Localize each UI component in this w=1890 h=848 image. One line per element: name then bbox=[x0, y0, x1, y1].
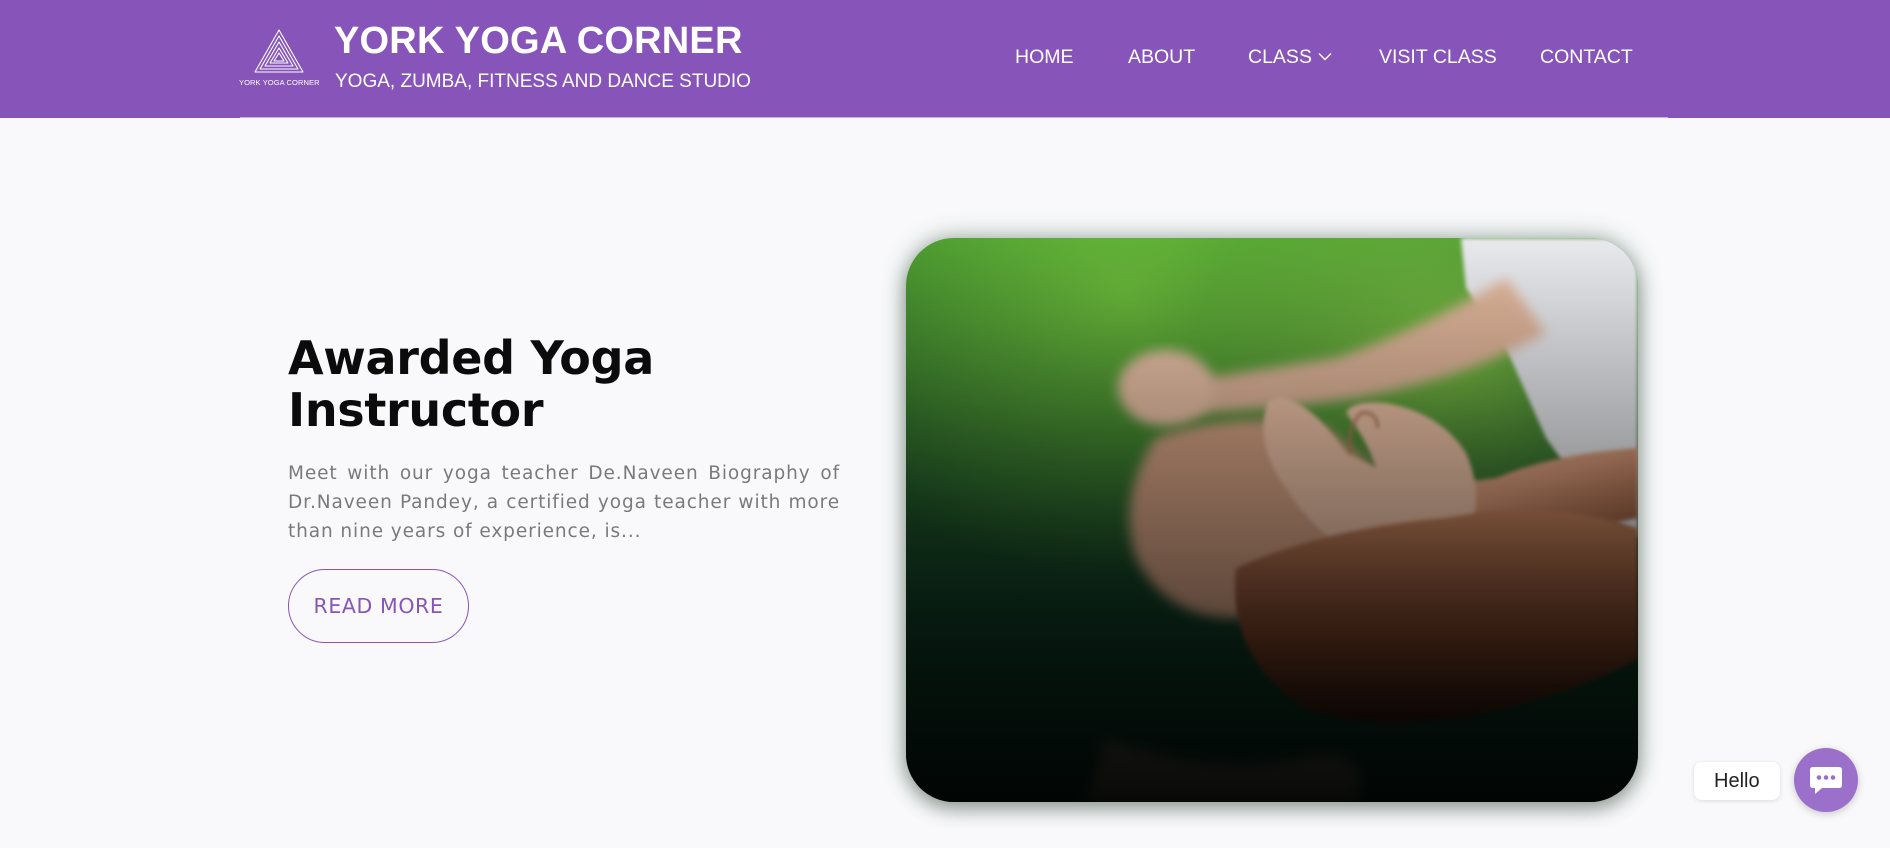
nav-contact[interactable]: CONTACT bbox=[1540, 46, 1633, 69]
site-logo[interactable]: YORK YOGA CORNER bbox=[239, 26, 320, 90]
logo-caption: YORK YOGA CORNER bbox=[239, 78, 320, 87]
brand-title[interactable]: YORK YOGA CORNER bbox=[334, 20, 743, 63]
nav-visit-class-label: VISIT CLASS bbox=[1379, 46, 1497, 68]
nav-contact-label: CONTACT bbox=[1540, 46, 1633, 68]
nav-visit-class[interactable]: VISIT CLASS bbox=[1379, 46, 1497, 69]
nav-home[interactable]: HOME bbox=[1015, 46, 1074, 69]
nav-class[interactable]: CLASS bbox=[1248, 46, 1332, 69]
chevron-down-icon bbox=[1318, 44, 1332, 67]
hero-title: Awarded Yoga Instructor bbox=[288, 331, 654, 437]
chat-icon bbox=[1810, 767, 1842, 794]
nav-class-label: CLASS bbox=[1248, 46, 1312, 68]
nav-about[interactable]: ABOUT bbox=[1128, 46, 1195, 69]
header-divider bbox=[240, 117, 1668, 118]
spiral-logo-icon bbox=[254, 29, 304, 73]
chat-greeting-text: Hello bbox=[1714, 769, 1760, 792]
nav-home-label: HOME bbox=[1015, 46, 1074, 68]
chat-greeting-bubble[interactable]: Hello bbox=[1694, 762, 1780, 800]
meditation-hands-image bbox=[906, 238, 1638, 802]
chat-launcher-button[interactable] bbox=[1794, 748, 1858, 812]
site-header: YORK YOGA CORNER YORK YOGA CORNER YOGA, … bbox=[0, 0, 1890, 118]
read-more-button[interactable]: READ MORE bbox=[288, 569, 469, 643]
read-more-label: READ MORE bbox=[313, 594, 444, 618]
hero-description: Meet with our yoga teacher De.Naveen Bio… bbox=[288, 463, 840, 542]
brand-subtitle: YOGA, ZUMBA, FITNESS AND DANCE STUDIO bbox=[335, 71, 751, 92]
nav-about-label: ABOUT bbox=[1128, 46, 1196, 68]
